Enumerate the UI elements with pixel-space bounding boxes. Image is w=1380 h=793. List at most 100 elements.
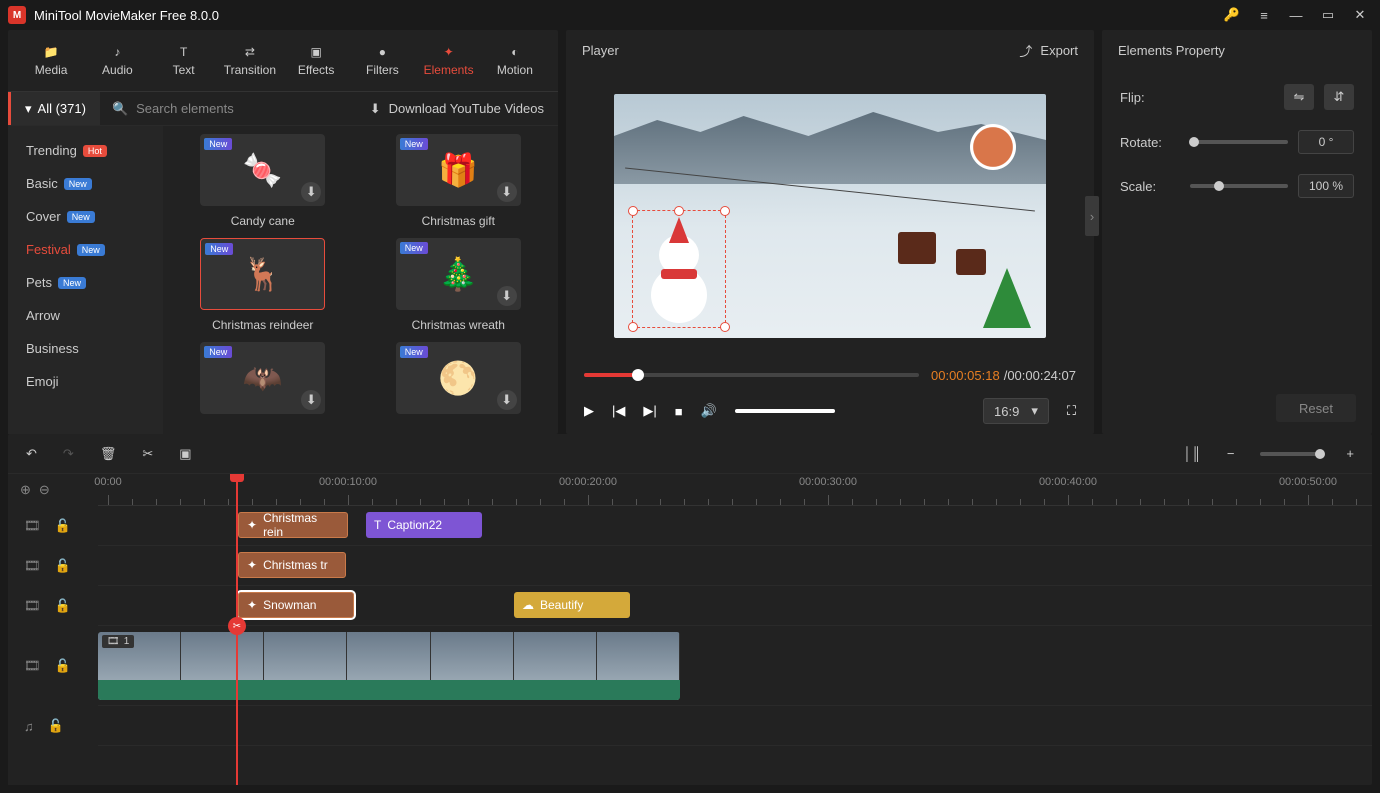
element-card[interactable]: New🎁⬇Christmas gift	[373, 134, 545, 228]
search-elements[interactable]: 🔍 Search elements	[100, 101, 356, 117]
fullscreen-button[interactable]: ⛶	[1067, 403, 1076, 419]
app-logo: M	[8, 6, 26, 24]
export-button[interactable]: ⤴ Export	[1019, 41, 1078, 60]
clip-tree[interactable]: ✦Christmas tr	[238, 552, 346, 578]
flip-vertical-button[interactable]: ⇵	[1324, 84, 1354, 110]
minimize-button[interactable]: —	[1284, 3, 1308, 27]
aspect-ratio-dropdown[interactable]: 16:9 ▾	[983, 398, 1049, 424]
zoom-in-button[interactable]: +	[1346, 446, 1354, 461]
sticker-snowman-selected[interactable]	[632, 210, 726, 328]
clip-video[interactable]: 🎞1	[98, 632, 680, 700]
element-card[interactable]: New🦌Christmas reindeer	[177, 238, 349, 332]
rotate-value[interactable]: 0 °	[1298, 130, 1354, 154]
clip-beautify[interactable]: ☁Beautify	[514, 592, 630, 618]
element-card[interactable]: New🌕⬇	[373, 342, 545, 422]
lock-icon[interactable]: 🔓	[55, 558, 71, 574]
properties-panel: Elements Property Flip: ⇋ ⇵ Rotate: 0 ° …	[1102, 30, 1372, 434]
close-button[interactable]: ✕	[1348, 3, 1372, 27]
scale-value[interactable]: 100 %	[1298, 174, 1354, 198]
clip-snowman[interactable]: ✦Snowman	[238, 592, 354, 618]
category-business[interactable]: Business	[8, 332, 163, 365]
element-card[interactable]: New🦇⬇	[177, 342, 349, 422]
track-header-audio[interactable]: ♫🔓	[8, 706, 98, 746]
track-header-2[interactable]: 🎞🔓	[8, 546, 98, 586]
download-icon[interactable]: ⬇	[301, 182, 321, 202]
category-cover[interactable]: CoverNew	[8, 200, 163, 233]
track-header-1[interactable]: 🎞🔓	[8, 506, 98, 546]
download-icon[interactable]: ⬇	[301, 390, 321, 410]
track-area[interactable]: 00:0000:00:10:0000:00:20:0000:00:30:0000…	[98, 474, 1372, 785]
all-filter-button[interactable]: ▾ All (371)	[8, 92, 100, 125]
maximize-button[interactable]: ▭	[1316, 3, 1340, 27]
scale-label: Scale:	[1120, 179, 1180, 194]
lock-icon[interactable]: 🔓	[55, 658, 71, 674]
license-key-icon[interactable]: 🔑	[1220, 3, 1244, 27]
split-at-playhead-icon[interactable]: ✂	[228, 617, 246, 635]
add-track-icon[interactable]: ⊕	[20, 482, 31, 498]
download-icon[interactable]: ⬇	[497, 182, 517, 202]
clip-caption22[interactable]: TCaption22	[366, 512, 482, 538]
nav-filters[interactable]: ●Filters	[349, 30, 415, 91]
play-button[interactable]: ▶	[584, 403, 594, 419]
sticker-reindeer[interactable]	[970, 124, 1016, 170]
export-icon: ⤴	[1019, 41, 1032, 60]
elements-icon: ✦	[444, 45, 454, 59]
scale-slider[interactable]	[1190, 184, 1288, 188]
element-card[interactable]: New🎄⬇Christmas wreath	[373, 238, 545, 332]
category-festival[interactable]: FestivalNew	[8, 233, 163, 266]
nav-elements[interactable]: ✦Elements	[416, 30, 482, 91]
flip-horizontal-button[interactable]: ⇋	[1284, 84, 1314, 110]
snap-toggle[interactable]: │║	[1183, 446, 1200, 461]
library-subbar: ▾ All (371) 🔍 Search elements ⬇ Download…	[8, 92, 558, 126]
film-icon: 🎞	[24, 598, 41, 614]
lock-icon[interactable]: 🔓	[48, 718, 64, 734]
volume-icon[interactable]: 🔊	[701, 403, 717, 419]
timeline-panel: ↶ ↷ 🗑 ✂ ▣ │║ − + ⊕ ⊖ 🎞🔓 🎞🔓 🎞🔓 🎞🔓 ♫🔓 00:0…	[8, 434, 1372, 785]
zoom-out-button[interactable]: −	[1227, 446, 1235, 461]
reset-button[interactable]: Reset	[1276, 394, 1356, 422]
category-trending[interactable]: TrendingHot	[8, 134, 163, 167]
sticker-tree[interactable]	[983, 268, 1031, 328]
delete-button[interactable]: 🗑	[100, 446, 117, 462]
track-header-video[interactable]: 🎞🔓	[8, 626, 98, 706]
stop-button[interactable]: ■	[675, 404, 683, 419]
nav-audio[interactable]: ♪Audio	[84, 30, 150, 91]
volume-slider[interactable]	[735, 409, 835, 413]
download-youtube-button[interactable]: ⬇ Download YouTube Videos	[356, 101, 558, 117]
all-filter-label: All (371)	[38, 101, 86, 116]
preview-viewport[interactable]: ›	[566, 70, 1094, 362]
element-card[interactable]: New🍬⬇Candy cane	[177, 134, 349, 228]
lock-icon[interactable]: 🔓	[55, 518, 71, 534]
category-basic[interactable]: BasicNew	[8, 167, 163, 200]
zoom-slider[interactable]	[1260, 452, 1320, 456]
track-header-3[interactable]: 🎞🔓	[8, 586, 98, 626]
download-icon[interactable]: ⬇	[497, 390, 517, 410]
collapse-properties-icon[interactable]: ›	[1085, 196, 1099, 236]
remove-track-icon[interactable]: ⊖	[39, 482, 50, 498]
download-icon[interactable]: ⬇	[497, 286, 517, 306]
nav-transition[interactable]: ⇄Transition	[217, 30, 283, 91]
track-1: ✦Christmas rein TCaption22	[98, 506, 1372, 546]
nav-motion[interactable]: ◐Motion	[482, 30, 548, 91]
nav-text[interactable]: TText	[151, 30, 217, 91]
split-button[interactable]: ✂	[142, 446, 153, 462]
lock-icon[interactable]: 🔓	[55, 598, 71, 614]
timeline-ruler[interactable]: 00:0000:00:10:0000:00:20:0000:00:30:0000…	[98, 474, 1372, 506]
time-total: 00:00:24:07	[1007, 368, 1076, 383]
nav-effects[interactable]: ▣Effects	[283, 30, 349, 91]
category-arrow[interactable]: Arrow	[8, 299, 163, 332]
prev-frame-button[interactable]: |◀	[612, 403, 625, 419]
clip-reindeer[interactable]: ✦Christmas rein	[238, 512, 348, 538]
playhead[interactable]: ✂	[236, 474, 238, 785]
nav-media[interactable]: 📁Media	[18, 30, 84, 91]
crop-button[interactable]: ▣	[179, 446, 191, 462]
rotate-slider[interactable]	[1190, 140, 1288, 144]
menu-icon[interactable]: ≡	[1252, 3, 1276, 27]
scrub-bar[interactable]: 00:00:05:18 / 00:00:24:07	[566, 362, 1094, 388]
category-emoji[interactable]: Emoji	[8, 365, 163, 398]
next-frame-button[interactable]: ▶|	[643, 403, 656, 419]
topnav: 📁Media♪AudioTText⇄Transition▣Effects●Fil…	[8, 30, 558, 92]
category-pets[interactable]: PetsNew	[8, 266, 163, 299]
undo-button[interactable]: ↶	[26, 446, 37, 462]
redo-button: ↷	[63, 446, 74, 462]
